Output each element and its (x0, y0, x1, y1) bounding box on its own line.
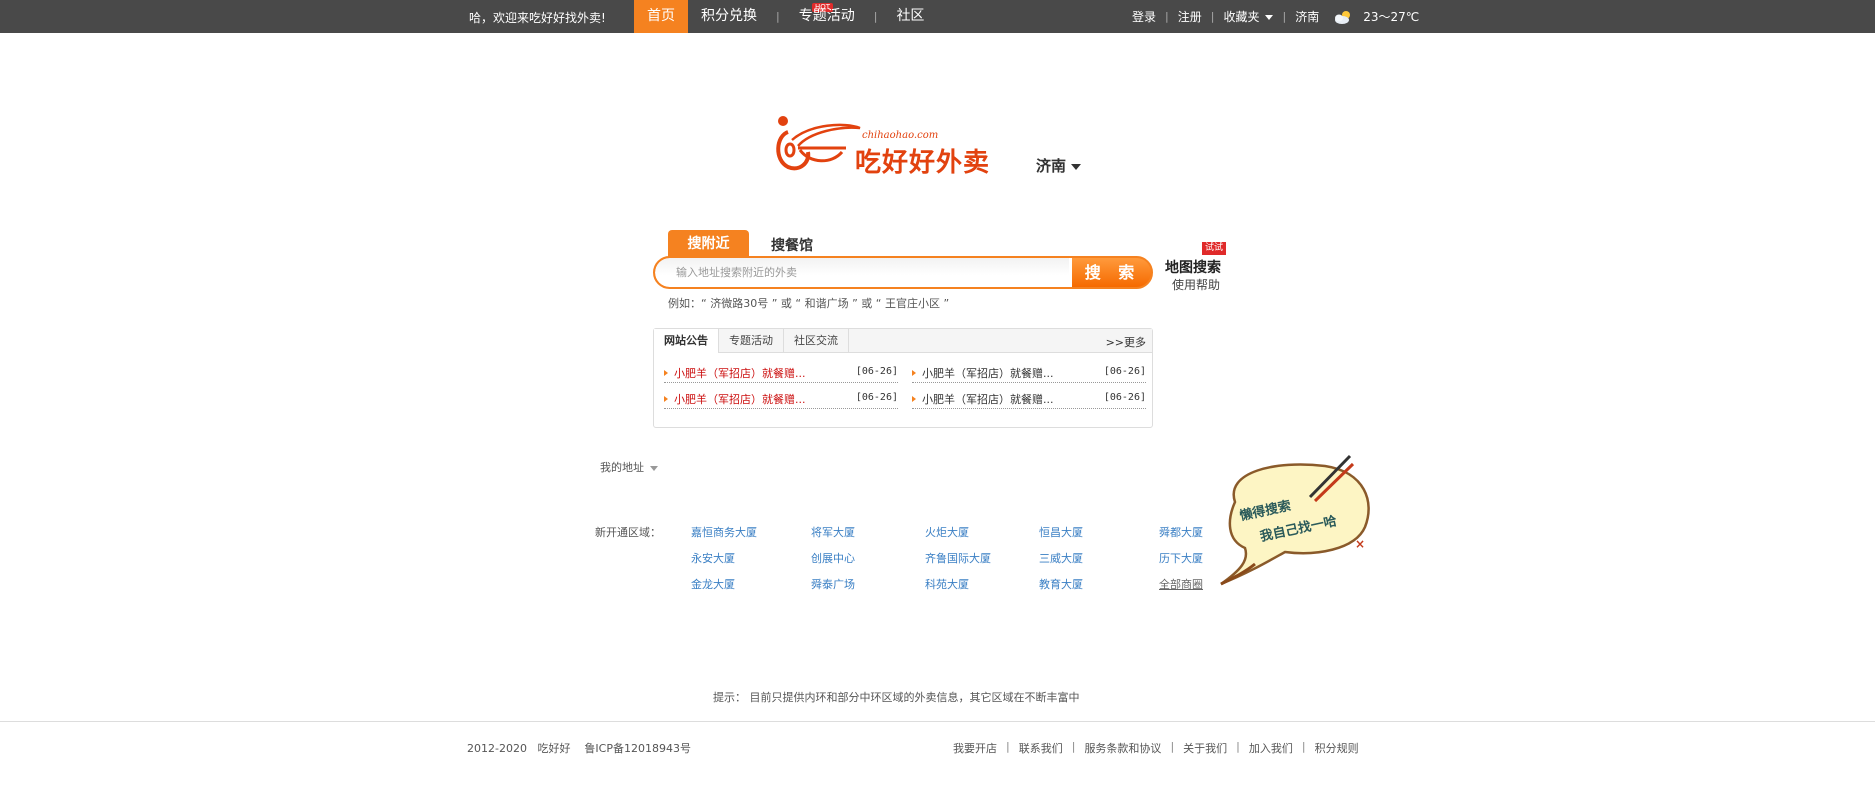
new-area-label: 新开通区域： (595, 526, 661, 539)
notice-title: 小肥羊（军招店）就餐赠... (674, 367, 806, 380)
area-link[interactable]: 恒昌大厦 (1039, 524, 1083, 540)
user-links: 登录 | 注册 | 收藏夹 | 济南 23～27℃ (1132, 0, 1419, 33)
nav-points-exchange[interactable]: 积分兑换 HOT (688, 0, 834, 33)
separator: | (1006, 740, 1010, 753)
caret-down-icon (1071, 163, 1082, 170)
caret-down-icon (650, 465, 658, 471)
area-link[interactable]: 金龙大厦 (691, 576, 735, 592)
notice-item[interactable]: 小肥羊（军招店）就餐赠... [06-26] (664, 365, 898, 383)
footer-link-terms[interactable]: 服务条款和协议 (1084, 740, 1161, 756)
top-bar: 哈，欢迎来吃好好找外卖! 首页 积分兑换 HOT | 专题活动 | 社区 登录 … (0, 0, 1875, 33)
favorites-label: 收藏夹 (1223, 10, 1260, 24)
notice-date: [06-26] (1103, 392, 1146, 403)
login-link[interactable]: 登录 (1132, 8, 1156, 25)
city-label: 济南 (1036, 157, 1067, 175)
separator: | (1165, 10, 1169, 23)
area-link[interactable]: 创展中心 (811, 550, 855, 566)
cloudy-weather-icon (1335, 10, 1351, 24)
area-link[interactable]: 三威大厦 (1039, 550, 1083, 566)
notice-tabs: 网站公告 专题活动 社区交流 >>更多 (654, 329, 1152, 353)
temperature: 23～27℃ (1363, 10, 1420, 24)
map-search-link[interactable]: 地图搜索 (1165, 257, 1221, 277)
footer-links: 我要开店 | 联系我们 | 服务条款和协议 | 关于我们 | 加入我们 | 积分规则 (953, 740, 1359, 756)
area-link[interactable]: 永安大厦 (691, 550, 735, 566)
welcome-text: 哈，欢迎来吃好好找外卖! (469, 11, 606, 25)
footer-divider (0, 721, 1875, 722)
separator: | (1301, 740, 1306, 753)
notice-item[interactable]: 小肥羊（军招店）就餐赠... [06-26] (912, 365, 1146, 383)
my-address-label: 我的地址 (600, 461, 644, 474)
caret-down-icon (1265, 15, 1274, 20)
separator: | (1236, 740, 1240, 753)
nav-community[interactable]: 社区 (883, 0, 937, 33)
notice-panel: 网站公告 专题活动 社区交流 >>更多 小肥羊（军招店）就餐赠... [06-2… (653, 328, 1153, 428)
logo-domain: chihaohao.com (862, 130, 939, 141)
notice-date: [06-26] (855, 392, 898, 403)
lazy-search-bubble[interactable]: × 懒得搜索 我自己找一哈 (1215, 452, 1375, 592)
search-example: 例如：“ 济微路30号 ” 或 “ 和谐广场 ” 或 “ 王官庄小区 ” (668, 297, 950, 310)
area-link[interactable]: 齐鲁国际大厦 (925, 550, 991, 566)
search-input[interactable] (655, 258, 1069, 287)
area-link[interactable]: 舜都大厦 (1159, 524, 1203, 540)
arrow-right-icon (912, 396, 916, 402)
nav-special-events[interactable]: 专题活动 (786, 0, 868, 33)
separator: | (1210, 10, 1215, 23)
area-link[interactable]: 火炬大厦 (925, 524, 969, 540)
separator: | (1170, 740, 1175, 753)
my-address-dropdown[interactable]: 我的地址 (600, 459, 658, 475)
search-box: 搜 索 (653, 256, 1153, 289)
tip-text: 提示： 目前只提供内环和部分中环区域的外卖信息，其它区域在不断丰富中 (713, 691, 1080, 704)
try-badge: 试试 (1202, 242, 1227, 255)
nav-points-label: 积分兑换 (701, 8, 757, 24)
notice-item[interactable]: 小肥羊（军招店）就餐赠... [06-26] (664, 391, 898, 409)
footer-link-about[interactable]: 关于我们 (1183, 740, 1227, 756)
footer-link-contact[interactable]: 联系我们 (1019, 740, 1063, 756)
notice-title: 小肥羊（军招店）就餐赠... (674, 393, 806, 406)
register-link[interactable]: 注册 (1178, 8, 1202, 25)
nav-separator: | (776, 10, 780, 23)
copyright: 2012-2020 吃好好 鲁ICP备12018943号 (467, 742, 691, 755)
arrow-right-icon (664, 370, 668, 376)
separator: | (1071, 740, 1076, 753)
tab-community[interactable]: 社区交流 (784, 329, 849, 352)
footer-link-open-shop[interactable]: 我要开店 (953, 740, 997, 756)
tab-special-events[interactable]: 专题活动 (719, 329, 784, 352)
footer-link-points-rules[interactable]: 积分规则 (1315, 740, 1359, 756)
weather-city: 济南 (1295, 10, 1320, 24)
footer-link-join[interactable]: 加入我们 (1249, 740, 1293, 756)
main-nav: 首页 积分兑换 HOT | 专题活动 | 社区 (634, 0, 937, 33)
notice-title: 小肥羊（军招店）就餐赠... (922, 393, 1054, 406)
area-link[interactable]: 教育大厦 (1039, 576, 1083, 592)
notice-date: [06-26] (855, 366, 898, 377)
arrow-right-icon (664, 396, 668, 402)
arrow-right-icon (912, 370, 916, 376)
notice-title: 小肥羊（军招店）就餐赠... (922, 367, 1054, 380)
area-link[interactable]: 将军大厦 (811, 524, 855, 540)
tab-site-notice[interactable]: 网站公告 (654, 329, 719, 353)
site-logo[interactable]: chihaohao.com 吃好好外卖 (770, 112, 1020, 182)
area-link[interactable]: 科苑大厦 (925, 576, 969, 592)
logo-title: 吃好好外卖 (855, 148, 991, 178)
all-business-areas-link[interactable]: 全部商圈 (1159, 576, 1203, 592)
favorites-dropdown[interactable]: 收藏夹 (1223, 8, 1274, 25)
separator: | (1282, 10, 1287, 23)
area-link[interactable]: 嘉恒商务大厦 (691, 524, 757, 540)
help-link[interactable]: 使用帮助 (1172, 276, 1220, 293)
close-icon: × (1355, 537, 1365, 551)
nav-separator: | (873, 10, 878, 23)
area-link[interactable]: 历下大厦 (1159, 550, 1203, 566)
more-link[interactable]: >>更多 (1106, 334, 1146, 350)
city-selector[interactable]: 济南 (1036, 155, 1082, 176)
search-button[interactable]: 搜 索 (1069, 258, 1151, 287)
notice-item[interactable]: 小肥羊（军招店）就餐赠... [06-26] (912, 391, 1146, 409)
nav-home[interactable]: 首页 (634, 0, 688, 33)
tab-search-restaurant[interactable]: 搜餐馆 (771, 235, 813, 255)
tab-search-nearby[interactable]: 搜附近 (668, 230, 749, 257)
area-link[interactable]: 舜泰广场 (811, 576, 855, 592)
notice-date: [06-26] (1103, 366, 1146, 377)
